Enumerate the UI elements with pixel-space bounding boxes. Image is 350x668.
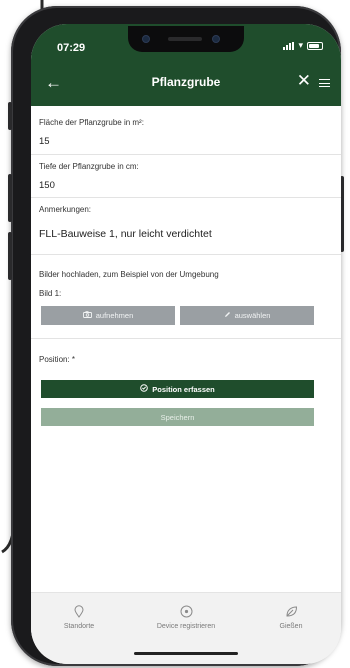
page-title: Pflanzgrube [151, 75, 221, 89]
volume-up-button [8, 174, 12, 222]
phone-frame: 07:29 ▾ ← Pflanzgrube ✕ Fläche der Pflan… [8, 6, 344, 666]
app-header: 07:29 ▾ ← Pflanzgrube ✕ [31, 24, 341, 106]
tab-device-registrieren[interactable]: Device registrieren [136, 605, 236, 630]
wifi-icon: ▾ [298, 40, 303, 50]
volume-down-button [8, 232, 12, 280]
position-label: Position: * [39, 355, 76, 364]
position-section: Position: * [39, 355, 323, 364]
status-icons: ▾ [283, 41, 323, 50]
front-camera-icon [212, 35, 220, 43]
capture-position-label: Position erfassen [152, 384, 215, 394]
tab-standorte-label: Standorte [63, 623, 95, 630]
capture-image-label: aufnehmen [95, 311, 134, 320]
notes-input[interactable]: FLL-Bauweise 1, nur leicht verdichtet [39, 228, 323, 240]
tab-giessen[interactable]: Gießen [261, 605, 321, 630]
image1-label: Bild 1: [39, 289, 62, 298]
area-field[interactable]: Fläche der Pflanzgrube in m²: 15 [39, 118, 323, 147]
app-screen: 07:29 ▾ ← Pflanzgrube ✕ Fläche der Pflan… [31, 24, 341, 664]
divider [31, 154, 341, 155]
area-label: Fläche der Pflanzgrube in m²: [39, 118, 144, 127]
notes-field[interactable]: Anmerkungen: FLL-Bauweise 1, nur leicht … [39, 205, 323, 240]
battery-icon [307, 41, 323, 50]
area-input[interactable]: 15 [39, 136, 323, 147]
camera-icon [82, 311, 92, 320]
divider [31, 197, 341, 198]
location-target-icon [140, 384, 149, 394]
target-icon [136, 605, 236, 619]
capture-image-button[interactable]: aufnehmen [41, 306, 175, 325]
pencil-icon [224, 311, 231, 320]
depth-input[interactable]: 150 [39, 180, 323, 191]
leaf-icon [261, 605, 321, 619]
notes-label: Anmerkungen: [39, 205, 92, 214]
image-upload-label: Bilder hochladen, zum Beispiel von der U… [39, 270, 219, 279]
menu-icon[interactable] [319, 79, 330, 87]
mute-switch [8, 102, 12, 130]
tab-giessen-label: Gießen [279, 623, 303, 630]
capture-position-button[interactable]: Position erfassen [41, 380, 314, 398]
depth-label: Tiefe der Pflanzgrube in cm: [39, 162, 139, 171]
home-indicator[interactable] [134, 652, 238, 655]
status-time: 07:29 [57, 42, 86, 54]
save-button[interactable]: Speichern [41, 408, 314, 426]
image-upload-section: Bilder hochladen, zum Beispiel von der U… [39, 270, 323, 298]
select-image-label: auswählen [234, 311, 271, 320]
sensor-icon [142, 35, 150, 43]
divider [31, 254, 341, 255]
camera-notch [128, 26, 244, 52]
map-pin-icon [49, 605, 109, 619]
speaker-grill [168, 37, 202, 41]
divider [31, 338, 341, 339]
select-image-button[interactable]: auswählen [180, 306, 314, 325]
tab-standorte[interactable]: Standorte [49, 605, 109, 630]
signal-icon [283, 41, 295, 50]
depth-field[interactable]: Tiefe der Pflanzgrube in cm: 150 [39, 162, 323, 191]
close-icon[interactable]: ✕ [297, 72, 311, 89]
tab-device-registrieren-label: Device registrieren [156, 623, 216, 630]
